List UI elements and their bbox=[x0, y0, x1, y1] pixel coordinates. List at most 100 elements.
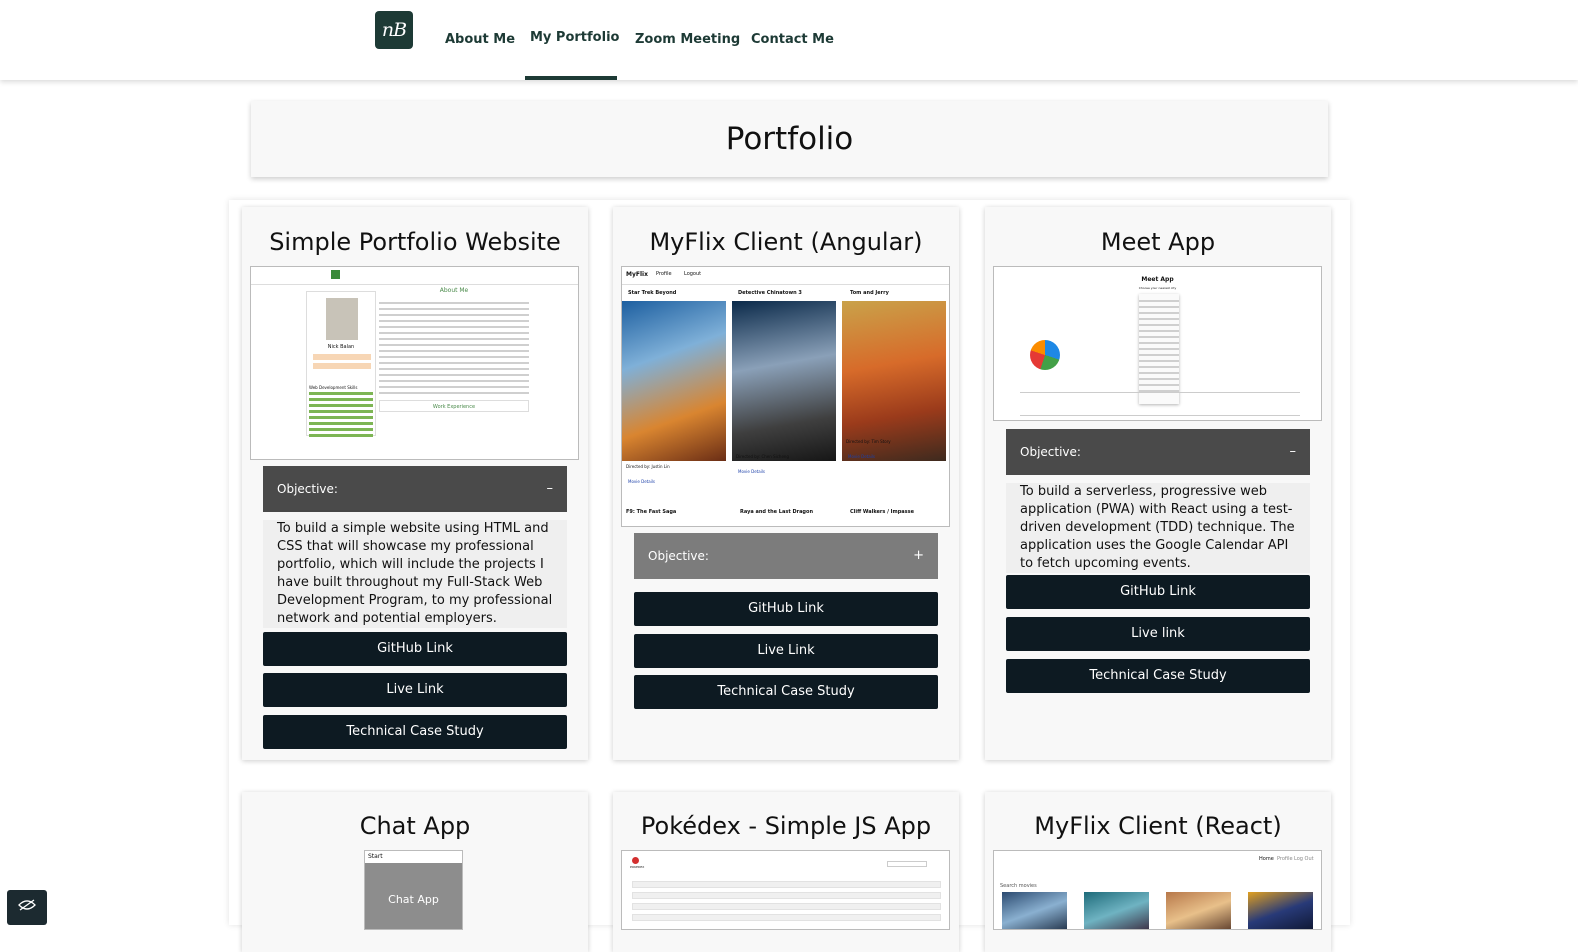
screenshot-search: Search movies bbox=[1000, 883, 1037, 889]
project-title: Simple Portfolio Website bbox=[269, 228, 561, 256]
project-title: Pokédex - Simple JS App bbox=[640, 812, 932, 840]
project-title: Meet App bbox=[1100, 228, 1216, 256]
project-card-chat-app: Chat App Start Chat App bbox=[242, 792, 588, 952]
movie-title: Detective Chinatown 3 bbox=[738, 290, 802, 296]
nav-zoom-meeting[interactable]: Zoom Meeting bbox=[635, 32, 740, 47]
objective-toggle[interactable]: Objective: – bbox=[263, 466, 567, 512]
project-card-meet-app: Meet App Meet App Choose your nearest ci… bbox=[985, 207, 1331, 760]
screenshot-section-title: About Me bbox=[439, 287, 469, 294]
screenshot-nav-logout: Logout bbox=[684, 271, 702, 277]
movie-poster bbox=[1248, 892, 1313, 929]
live-link-button[interactable]: Live Link bbox=[634, 634, 938, 668]
screenshot-skill-bars bbox=[309, 392, 373, 440]
movie-poster bbox=[1002, 892, 1067, 929]
nav-about-me[interactable]: About Me bbox=[445, 32, 515, 47]
objective-toggle[interactable]: Objective: – bbox=[1006, 429, 1310, 475]
eye-slash-icon-svg bbox=[18, 899, 36, 911]
movie-details-link: Movie Details bbox=[738, 469, 765, 474]
movie-poster bbox=[1084, 892, 1149, 929]
expand-icon: + bbox=[913, 548, 924, 563]
screenshot-search bbox=[887, 861, 927, 867]
screenshot-app-name: Chat App bbox=[388, 893, 439, 906]
screenshot-badge bbox=[313, 363, 371, 369]
project-card-pokedex: Pokédex - Simple JS App POKEDEX bbox=[613, 792, 959, 952]
screenshot-about-section: About Me Work Experience bbox=[379, 287, 529, 457]
movie-title: Star Trek Beyond bbox=[628, 290, 677, 296]
pokeball-icon bbox=[632, 857, 639, 864]
screenshot-navbar bbox=[251, 267, 578, 285]
project-title: MyFlix Client (Angular) bbox=[649, 228, 923, 256]
collapse-icon: – bbox=[546, 481, 554, 496]
screenshot-nav-profile: Profile bbox=[656, 271, 672, 277]
objective-label: Objective: bbox=[277, 482, 338, 496]
page-title: Portfolio bbox=[725, 121, 854, 157]
case-study-button[interactable]: Technical Case Study bbox=[634, 675, 938, 709]
movie-title: F9: The Fast Saga bbox=[626, 509, 677, 515]
objective-text: To build a simple website using HTML and… bbox=[263, 520, 567, 628]
screenshot-navbar: MyFlix Profile Logout bbox=[622, 267, 949, 285]
movie-poster bbox=[622, 301, 726, 461]
project-screenshot[interactable]: POKEDEX bbox=[621, 850, 950, 930]
movie-director: Directed by: Tim Story bbox=[846, 439, 891, 444]
active-nav-indicator bbox=[525, 76, 617, 80]
objective-label: Objective: bbox=[1020, 445, 1081, 459]
screenshot-subtitle: Choose your nearest city bbox=[1138, 286, 1177, 290]
screenshot-list bbox=[632, 881, 941, 925]
project-screenshot[interactable]: Start Chat App bbox=[364, 850, 463, 930]
project-screenshot[interactable]: Home Profile Log Out Search movies bbox=[993, 850, 1322, 930]
live-link-button[interactable]: Live link bbox=[1006, 617, 1310, 651]
objective-label: Objective: bbox=[648, 549, 709, 563]
github-link-button[interactable]: GitHub Link bbox=[634, 592, 938, 626]
movie-director: Directed by: Justin Lin bbox=[626, 464, 670, 469]
nav-my-portfolio[interactable]: My Portfolio bbox=[530, 30, 619, 45]
city-dropdown bbox=[1139, 294, 1179, 404]
screenshot-person-name: Nick Balan bbox=[327, 344, 355, 350]
eye-slash-icon[interactable] bbox=[7, 890, 47, 925]
github-link-button[interactable]: GitHub Link bbox=[1006, 575, 1310, 609]
project-screenshot[interactable]: MyFlix Profile Logout Star Trek Beyond D… bbox=[621, 266, 950, 527]
pie-chart-icon bbox=[1030, 340, 1060, 370]
live-link-button[interactable]: Live Link bbox=[263, 673, 567, 707]
chart-axis bbox=[1020, 415, 1300, 416]
screenshot-app-name: MyFlix bbox=[626, 271, 648, 278]
collapse-icon: – bbox=[1289, 444, 1297, 459]
screenshot-nav-profile: Profile bbox=[1277, 856, 1293, 862]
screenshot-profile: Nick Balan Web Development Skills bbox=[306, 291, 376, 437]
screenshot-section-title: Work Experience bbox=[379, 400, 529, 412]
screenshot-logo bbox=[331, 270, 340, 279]
movie-poster bbox=[732, 301, 836, 461]
screenshot-nav-logout: Log Out bbox=[1294, 856, 1314, 862]
project-card-myflix-angular: MyFlix Client (Angular) MyFlix Profile L… bbox=[613, 207, 959, 760]
movie-poster bbox=[1166, 892, 1231, 929]
screenshot-top-label: Start bbox=[365, 851, 462, 863]
avatar bbox=[326, 298, 358, 340]
project-screenshot[interactable]: Meet App Choose your nearest city bbox=[993, 266, 1322, 421]
movie-title: Cliff Walkers / Impasse bbox=[850, 509, 915, 515]
screenshot-app-name: Meet App bbox=[1141, 276, 1174, 283]
movie-title: Raya and the Last Dragon bbox=[740, 509, 814, 515]
project-card-myflix-react: MyFlix Client (React) Home Profile Log O… bbox=[985, 792, 1331, 952]
objective-toggle[interactable]: Objective: + bbox=[634, 533, 938, 579]
case-study-button[interactable]: Technical Case Study bbox=[263, 715, 567, 749]
navbar: nB About Me My Portfolio Zoom Meeting Co… bbox=[0, 0, 1578, 80]
portfolio-grid: Simple Portfolio Website Nick Balan Web … bbox=[229, 200, 1350, 952]
project-title: MyFlix Client (React) bbox=[1034, 812, 1282, 840]
project-screenshot[interactable]: Nick Balan Web Development Skills About … bbox=[250, 266, 579, 460]
movie-details-link: Movie Details bbox=[848, 454, 875, 459]
chart-axis bbox=[1020, 392, 1300, 393]
movie-director: Directed by: Chen Sicheng bbox=[736, 454, 789, 459]
objective-text: To build a serverless, progressive web a… bbox=[1006, 483, 1310, 573]
screenshot-badge bbox=[313, 354, 371, 360]
screenshot-nav-home: Home bbox=[1259, 856, 1274, 862]
page-header: Portfolio bbox=[251, 101, 1328, 177]
screenshot-brand: POKEDEX bbox=[630, 865, 645, 869]
screenshot-skills-label: Web Development Skills bbox=[309, 385, 358, 390]
project-card-portfolio: Simple Portfolio Website Nick Balan Web … bbox=[242, 207, 588, 760]
case-study-button[interactable]: Technical Case Study bbox=[1006, 659, 1310, 693]
project-title: Chat App bbox=[359, 812, 471, 840]
movie-title: Tom and Jerry bbox=[850, 290, 889, 296]
movie-details-link: Movie Details bbox=[628, 479, 655, 484]
github-link-button[interactable]: GitHub Link bbox=[263, 632, 567, 666]
nav-contact-me[interactable]: Contact Me bbox=[751, 32, 834, 47]
logo[interactable]: nB bbox=[375, 11, 413, 49]
